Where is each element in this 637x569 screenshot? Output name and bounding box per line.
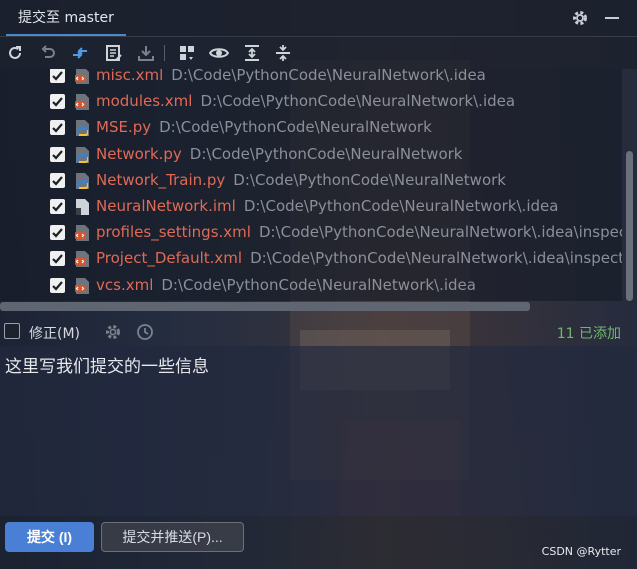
file-row[interactable]: modules.xml D:\Code\PythonCode\NeuralNetw… xyxy=(0,89,622,115)
watermark: CSDN @Rytter xyxy=(541,545,621,558)
file-path: D:\Code\PythonCode\NeuralNetwork xyxy=(233,170,506,189)
file-checkbox[interactable] xyxy=(50,69,65,83)
refresh-icon[interactable] xyxy=(5,43,25,63)
horizontal-scrollbar[interactable] xyxy=(0,302,530,311)
file-label: profiles_settings.xml D:\Code\PythonCode\… xyxy=(96,223,622,241)
file-label: NeuralNetwork.iml D:\Code\PythonCode\Neur… xyxy=(96,197,558,215)
toolbar-separator xyxy=(164,45,165,61)
file-path: D:\Code\PythonCode\NeuralNetwork xyxy=(159,118,432,137)
file-path: D:\Code\PythonCode\NeuralNetwork\.idea\i… xyxy=(258,223,622,242)
vertical-scrollbar[interactable] xyxy=(622,69,637,301)
file-checkbox[interactable] xyxy=(50,277,65,293)
file-name: misc.xml xyxy=(96,69,164,84)
added-count: 11 已添加 xyxy=(556,326,621,342)
python-file-icon xyxy=(72,118,92,138)
file-label: MSE.py D:\Code\PythonCode\NeuralNetwork xyxy=(96,118,432,136)
file-name: vcs.xml xyxy=(96,275,154,294)
edit-source-icon[interactable] xyxy=(104,43,124,63)
commit-and-push-button[interactable]: 提交并推送(P)... xyxy=(101,522,244,552)
file-label: Project_Default.xml D:\Code\PythonCode\Ne… xyxy=(96,249,622,267)
file-label: vcs.xml D:\Code\PythonCode\NeuralNetwork\… xyxy=(96,276,476,294)
settings-gear-icon[interactable] xyxy=(570,8,590,28)
title-bar: 提交至 master xyxy=(0,0,637,37)
rollback-icon[interactable] xyxy=(38,43,58,63)
file-path: D:\Code\PythonCode\NeuralNetwork xyxy=(189,144,463,163)
file-row[interactable]: MSE.py D:\Code\PythonCode\NeuralNetwork xyxy=(0,115,622,141)
expand-all-icon[interactable] xyxy=(242,43,262,63)
python-file-icon xyxy=(72,171,92,191)
xml-file-icon xyxy=(72,92,92,112)
file-row[interactable]: vcs.xml D:\Code\PythonCode\NeuralNetwork\… xyxy=(0,273,622,299)
file-row[interactable]: Network.py D:\Code\PythonCode\NeuralNetwo… xyxy=(0,142,622,168)
shelve-icon[interactable] xyxy=(136,43,156,63)
amend-checkbox[interactable] xyxy=(4,323,20,339)
history-clock-icon[interactable] xyxy=(136,323,154,341)
file-row[interactable]: Project_Default.xml D:\Code\PythonCode\Ne… xyxy=(0,246,622,272)
file-name: Network_Train.py xyxy=(96,170,226,189)
tab-commit[interactable]: 提交至 master xyxy=(6,0,126,36)
toolbar xyxy=(0,37,637,69)
file-checkbox[interactable] xyxy=(50,94,65,110)
file-name: modules.xml xyxy=(96,92,193,111)
file-row[interactable]: NeuralNetwork.iml D:\Code\PythonCode\Neur… xyxy=(0,194,622,220)
commit-options-gear-icon[interactable] xyxy=(104,323,122,341)
xml-file-icon xyxy=(72,223,92,243)
file-label: modules.xml D:\Code\PythonCode\NeuralNetw… xyxy=(96,92,515,110)
commit-panel: 提交至 master misc.xml D:\Code\PythonCode\N… xyxy=(0,0,637,569)
collapse-all-icon[interactable] xyxy=(273,43,293,63)
group-by-icon[interactable] xyxy=(177,43,197,63)
python-file-icon xyxy=(72,145,92,165)
commit-message-text[interactable]: 这里写我们提交的一些信息 xyxy=(5,352,209,377)
changed-files-list: misc.xml D:\Code\PythonCode\NeuralNetwork… xyxy=(0,69,622,301)
file-path: D:\Code\PythonCode\NeuralNetwork\.idea xyxy=(200,92,516,111)
xml-file-icon xyxy=(72,249,92,269)
file-path: D:\Code\PythonCode\NeuralNetwork\.idea xyxy=(171,69,486,84)
file-path: D:\Code\PythonCode\NeuralNetwork\.idea xyxy=(161,275,476,294)
preview-eye-icon[interactable] xyxy=(209,43,229,63)
module-file-icon xyxy=(72,197,92,217)
xml-file-icon xyxy=(72,276,92,296)
commit-message-area[interactable]: 这里写我们提交的一些信息 xyxy=(0,346,637,516)
file-name: Network.py xyxy=(96,144,182,163)
file-checkbox[interactable] xyxy=(50,199,65,214)
file-row[interactable]: Network_Train.py D:\Code\PythonCode\Neura… xyxy=(0,168,622,194)
file-row[interactable]: misc.xml D:\Code\PythonCode\NeuralNetwork… xyxy=(0,69,622,89)
file-name: Project_Default.xml xyxy=(96,249,243,268)
file-name: profiles_settings.xml xyxy=(96,223,251,242)
tab-title: 提交至 master xyxy=(18,10,114,26)
file-name: NeuralNetwork.iml xyxy=(96,197,236,215)
minimize-icon[interactable] xyxy=(602,8,622,28)
commit-button[interactable]: 提交 (I) xyxy=(5,522,94,552)
file-checkbox[interactable] xyxy=(50,120,65,136)
file-row[interactable]: profiles_settings.xml D:\Code\PythonCode\… xyxy=(0,220,622,246)
file-checkbox[interactable] xyxy=(50,146,65,162)
file-label: Network.py D:\Code\PythonCode\NeuralNetwo… xyxy=(96,145,462,163)
file-checkbox[interactable] xyxy=(50,251,65,267)
file-path: D:\Code\PythonCode\NeuralNetwork\.idea\i… xyxy=(250,249,622,268)
file-path: D:\Code\PythonCode\NeuralNetwork\.idea xyxy=(243,197,559,215)
show-diff-icon[interactable] xyxy=(70,43,90,63)
bottom-actions: 提交 (I) 提交并推送(P)... CSDN @Rytter xyxy=(0,516,637,569)
scrollbar-thumb[interactable] xyxy=(626,151,633,301)
amend-row: 修正(M) 11 已添加 xyxy=(0,318,637,346)
file-name: MSE.py xyxy=(96,118,152,137)
file-label: misc.xml D:\Code\PythonCode\NeuralNetwork… xyxy=(96,69,486,84)
file-checkbox[interactable] xyxy=(50,172,65,188)
amend-label: 修正(M) xyxy=(29,326,81,342)
file-checkbox[interactable] xyxy=(50,225,65,241)
xml-file-icon xyxy=(72,69,92,86)
file-label: Network_Train.py D:\Code\PythonCode\Neura… xyxy=(96,171,506,189)
